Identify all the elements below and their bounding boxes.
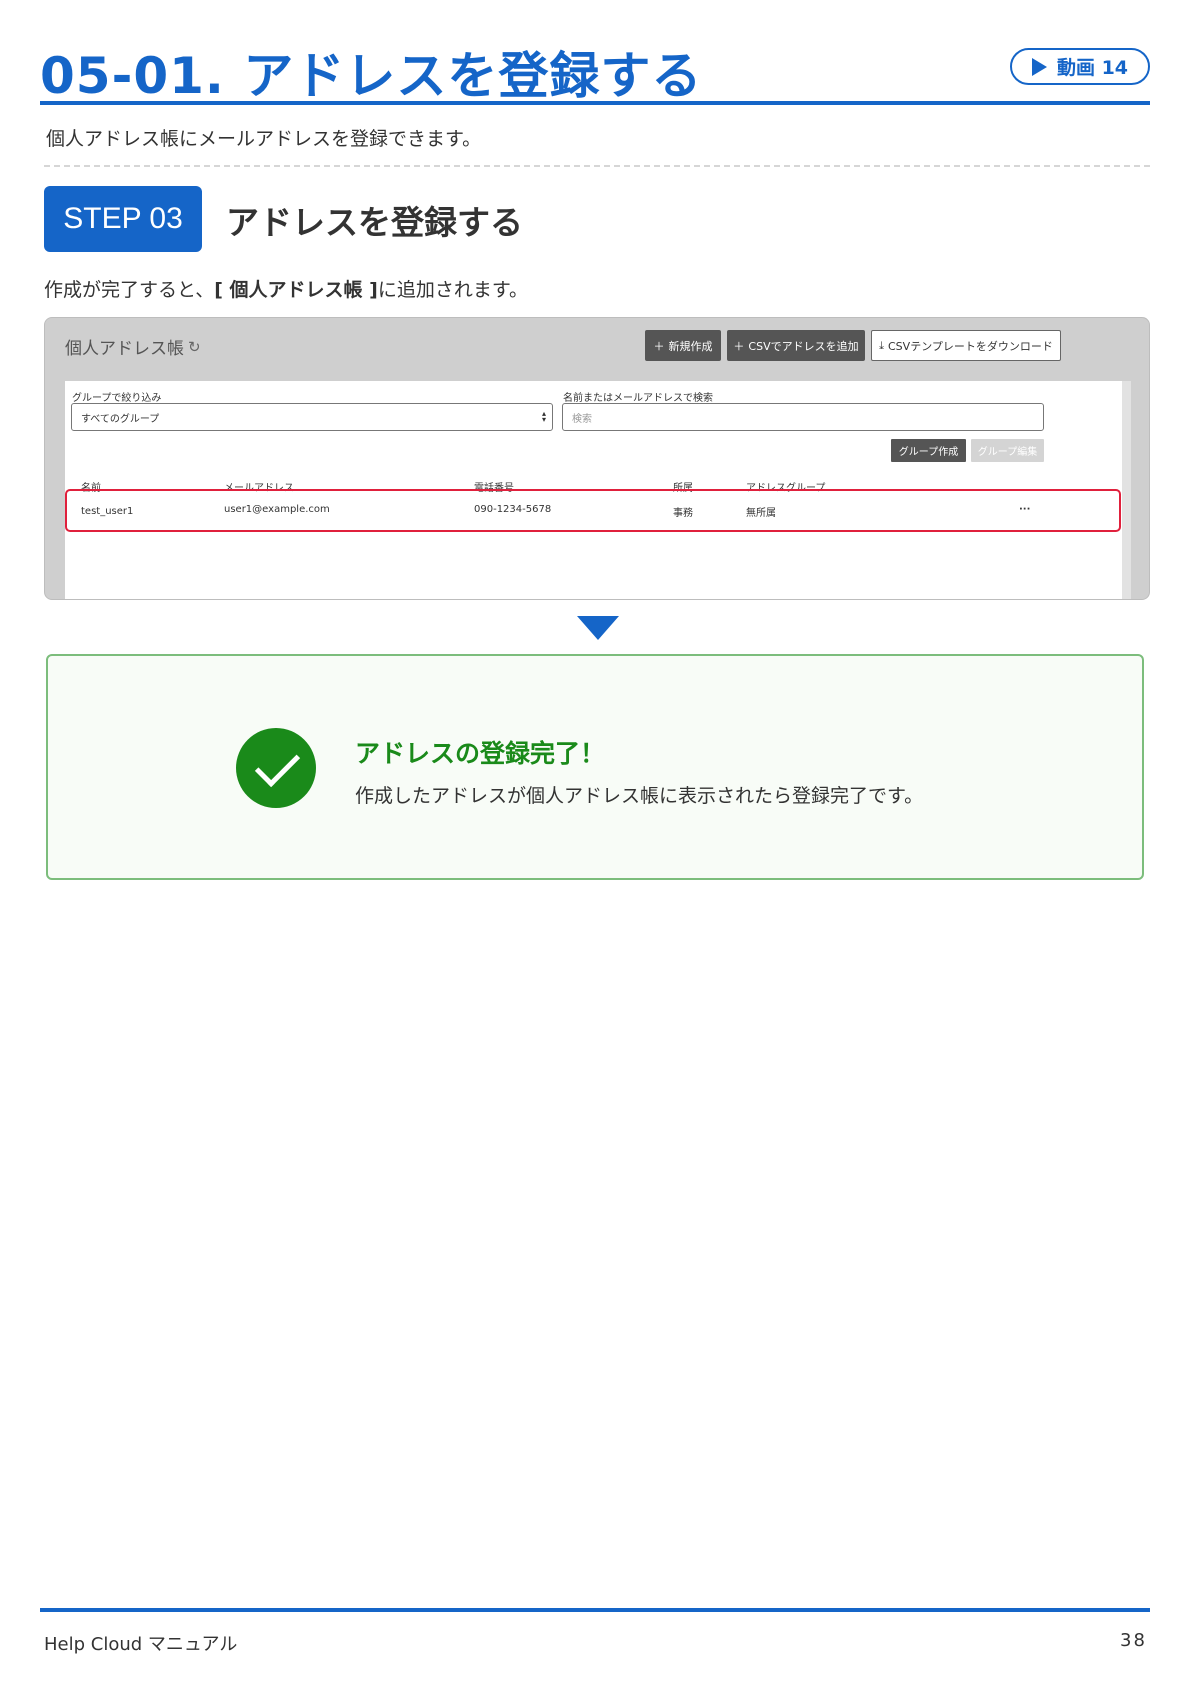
- plus-icon: ＋: [733, 339, 745, 353]
- group-filter-value: すべてのグループ: [81, 413, 160, 425]
- step-desc-bold: [ 個人アドレス帳 ]: [214, 279, 378, 301]
- address-book-title-label: 個人アドレス帳: [65, 339, 184, 359]
- video-label: 動画 14: [1056, 57, 1129, 79]
- page-number: 38: [1120, 1630, 1147, 1651]
- row-email: user1@example.com: [224, 504, 330, 515]
- filter-label: グループで絞り込み: [72, 393, 162, 404]
- page-title: 05-01. アドレスを登録する: [40, 47, 703, 105]
- intro-text: 個人アドレス帳にメールアドレスを登録できます。: [46, 128, 482, 150]
- address-book-title: 個人アドレス帳 ↻: [65, 334, 201, 360]
- completion-title: アドレスの登録完了！: [355, 739, 606, 768]
- row-group: 無所属: [746, 508, 776, 519]
- dashed-divider: [44, 165, 1150, 167]
- completion-box: アドレスの登録完了！ 作成したアドレスが個人アドレス帳に表示されたら登録完了です…: [46, 654, 1144, 880]
- csv-add-button-label: CSVでアドレスを追加: [748, 339, 859, 353]
- search-label: 名前またはメールアドレスで検索: [563, 393, 713, 404]
- select-arrows-icon: ▴ ▾: [541, 409, 546, 424]
- row-dept: 事務: [673, 508, 693, 519]
- refresh-icon[interactable]: ↻: [188, 338, 201, 356]
- step-description: 作成が完了すると、[ 個人アドレス帳 ]に追加されます。: [44, 275, 528, 302]
- new-button[interactable]: ＋ 新規作成: [645, 330, 721, 361]
- csv-add-button[interactable]: ＋ CSVでアドレスを追加: [727, 330, 865, 361]
- play-icon: [1031, 57, 1047, 76]
- search-placeholder: 検索: [572, 413, 592, 425]
- footer-manual-name: Help Cloud マニュアル: [44, 1634, 238, 1655]
- search-input[interactable]: 検索: [562, 403, 1044, 431]
- csv-template-button[interactable]: ⤓ CSVテンプレートをダウンロード: [871, 330, 1061, 361]
- step-badge: STEP 03: [44, 186, 202, 252]
- plus-icon: ＋: [653, 339, 665, 353]
- title-divider: [40, 101, 1150, 105]
- row-phone: 090-1234-5678: [474, 504, 552, 515]
- download-icon: ⤓: [879, 338, 884, 352]
- completion-text: 作成したアドレスが個人アドレス帳に表示されたら登録完了です。: [355, 785, 924, 807]
- group-edit-button[interactable]: グループ編集: [971, 439, 1044, 462]
- address-book-screenshot: 個人アドレス帳 ↻ ＋ 新規作成 ＋ CSVでアドレスを追加 ⤓ CSVテンプレ…: [44, 317, 1150, 600]
- address-book-content: グループで絞り込み すべてのグループ ▴ ▾ 名前またはメールアドレスで検索 検索…: [65, 381, 1131, 599]
- row-more-icon[interactable]: ···: [1019, 504, 1030, 515]
- csv-template-button-label: CSVテンプレートをダウンロード: [888, 339, 1053, 353]
- step-desc-after: に追加されます。: [377, 279, 528, 301]
- group-create-button[interactable]: グループ作成: [891, 439, 966, 462]
- arrow-down-icon: [577, 616, 619, 640]
- checkmark-icon: [236, 728, 316, 808]
- video-button[interactable]: 動画 14: [1010, 48, 1150, 85]
- group-filter-select[interactable]: すべてのグループ ▴ ▾: [71, 403, 553, 431]
- step-title: アドレスを登録する: [226, 203, 523, 242]
- scrollbar[interactable]: [1122, 381, 1131, 599]
- footer-divider: [40, 1608, 1150, 1612]
- step-desc-before: 作成が完了すると、: [44, 279, 215, 301]
- new-button-label: 新規作成: [668, 339, 713, 353]
- row-name: test_user1: [81, 506, 134, 517]
